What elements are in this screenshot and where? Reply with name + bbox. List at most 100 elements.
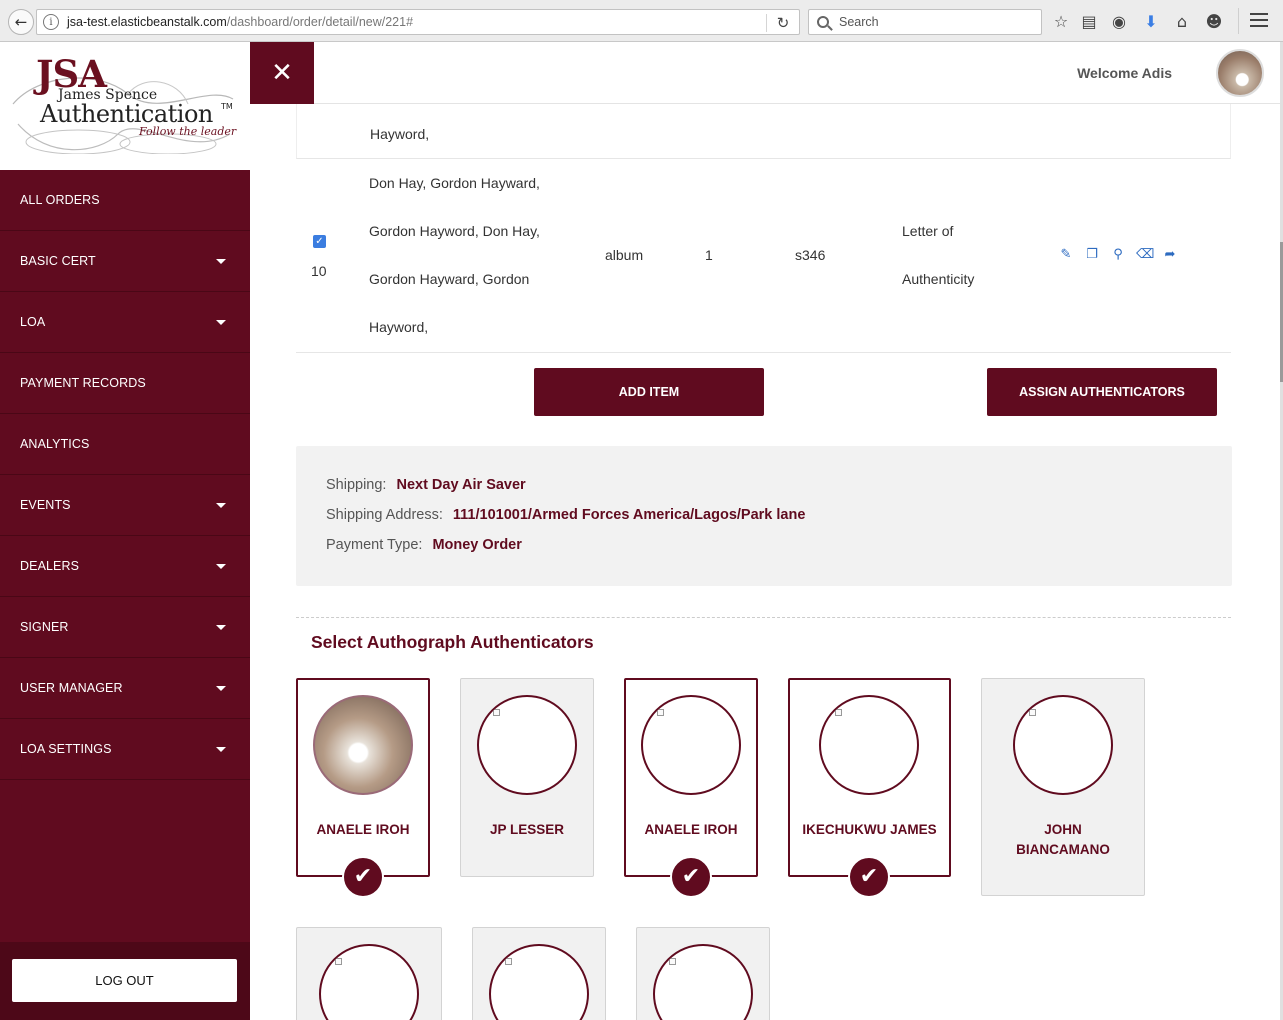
chat-icon[interactable]: ☻ bbox=[1203, 11, 1225, 33]
sidebar-item-label: SIGNER bbox=[20, 620, 69, 634]
home-icon[interactable]: ⌂ bbox=[1171, 11, 1193, 33]
sidebar-item-label: DEALERS bbox=[20, 559, 80, 573]
top-header: ✕ Welcome Adis bbox=[250, 42, 1280, 104]
broken-image-icon bbox=[1029, 709, 1036, 716]
authenticator-photo bbox=[641, 695, 741, 795]
cert-type-line1: Letter of bbox=[902, 223, 954, 239]
authenticator-card[interactable]: ANAELE IROH ✔ bbox=[296, 678, 430, 898]
sidebar-item-all-orders[interactable]: ALL ORDERS bbox=[0, 170, 250, 231]
zoom-icon[interactable]: ⚲ bbox=[1110, 247, 1126, 263]
logout-button[interactable]: LOG OUT bbox=[12, 959, 237, 1002]
sidebar-item-label: PAYMENT RECORDS bbox=[20, 376, 146, 390]
share-icon[interactable]: ➦ bbox=[1162, 247, 1178, 263]
address-label: Shipping Address: bbox=[326, 507, 443, 523]
address-row: Shipping Address: 111/101001/Armed Forces… bbox=[326, 507, 805, 523]
assign-authenticators-button[interactable]: ASSIGN AUTHENTICATORS bbox=[987, 368, 1217, 416]
logo-tagline: Follow the leader bbox=[139, 125, 237, 138]
sidebar-item-label: LOA SETTINGS bbox=[20, 742, 112, 756]
caret-down-icon bbox=[216, 563, 226, 569]
sidebar: JSA James Spence Authentication TM Follo… bbox=[0, 42, 250, 1020]
check-icon: ✔ bbox=[342, 856, 384, 898]
authenticator-name: IKECHUKWU JAMES bbox=[802, 822, 937, 837]
url-host: jsa-test.elasticbeanstalk.com bbox=[67, 15, 227, 29]
search-icon bbox=[817, 16, 829, 28]
menu-icon[interactable] bbox=[1250, 13, 1268, 29]
sidebar-item-label: ANALYTICS bbox=[20, 437, 90, 451]
add-item-button[interactable]: ADD ITEM bbox=[534, 368, 764, 416]
sidebar-item-label: ALL ORDERS bbox=[20, 193, 100, 207]
shipping-label: Shipping: bbox=[326, 477, 387, 493]
item-code: s346 bbox=[795, 247, 826, 263]
sidebar-item-label: LOA bbox=[20, 315, 46, 329]
shipping-row: Shipping: Next Day Air Saver bbox=[326, 477, 526, 493]
sidebar-item-events[interactable]: EVENTS bbox=[0, 475, 250, 536]
close-icon: ✕ bbox=[271, 58, 293, 88]
sidebar-menu: ALL ORDERS BASIC CERT LOA PAYMENT RECORD… bbox=[0, 170, 250, 780]
signer-line: Hayword, bbox=[369, 319, 429, 335]
close-sidebar-button[interactable]: ✕ bbox=[250, 42, 314, 104]
table-row: ✓ 10 Don Hay, Gordon Hayward, Gordon Hay… bbox=[296, 159, 1231, 353]
authenticator-name: JP LESSER bbox=[489, 822, 565, 837]
shipping-value: Next Day Air Saver bbox=[396, 477, 526, 493]
main-content: Hayword, ✓ 10 Don Hay, Gordon Hayward, G… bbox=[250, 104, 1280, 1020]
reload-icon[interactable]: ↻ bbox=[773, 13, 793, 33]
sidebar-item-analytics[interactable]: ANALYTICS bbox=[0, 414, 250, 475]
payment-value: Money Order bbox=[432, 537, 522, 553]
sidebar-item-signer[interactable]: SIGNER bbox=[0, 597, 250, 658]
sidebar-item-basic-cert[interactable]: BASIC CERT bbox=[0, 231, 250, 292]
row-number: 10 bbox=[311, 263, 327, 279]
sidebar-item-dealers[interactable]: DEALERS bbox=[0, 536, 250, 597]
pocket-icon[interactable]: ◉ bbox=[1108, 11, 1130, 33]
authenticator-photo bbox=[489, 944, 589, 1020]
copy-icon[interactable]: ❐ bbox=[1084, 247, 1100, 263]
authenticator-photo bbox=[319, 944, 419, 1020]
caret-down-icon bbox=[216, 258, 226, 264]
authenticator-card[interactable] bbox=[472, 927, 606, 1020]
authenticator-photo bbox=[1013, 695, 1113, 795]
sidebar-item-payment-records[interactable]: PAYMENT RECORDS bbox=[0, 353, 250, 414]
authenticator-card[interactable]: IKECHUKWU JAMES ✔ bbox=[788, 678, 951, 898]
authenticator-card[interactable]: JP LESSER bbox=[460, 678, 594, 877]
sidebar-item-label: EVENTS bbox=[20, 498, 71, 512]
authenticator-photo bbox=[819, 695, 919, 795]
avatar[interactable] bbox=[1216, 49, 1264, 97]
back-button[interactable]: ← bbox=[8, 9, 34, 35]
signer-line: Don Hay, Gordon Hayward, bbox=[369, 175, 540, 191]
broken-image-icon bbox=[657, 709, 664, 716]
broken-image-icon bbox=[493, 709, 500, 716]
trash-icon[interactable]: ⌫ bbox=[1136, 247, 1154, 263]
payment-row: Payment Type: Money Order bbox=[326, 537, 522, 553]
check-icon: ✔ bbox=[848, 856, 890, 898]
logo-authentication-text: Authentication bbox=[40, 100, 213, 128]
sidebar-item-loa[interactable]: LOA bbox=[0, 292, 250, 353]
address-bar[interactable]: i jsa-test.elasticbeanstalk.com/dashboar… bbox=[36, 9, 800, 35]
row-checkbox[interactable]: ✓ bbox=[313, 235, 326, 248]
section-divider bbox=[296, 617, 1231, 618]
jsa-logo[interactable]: JSA James Spence Authentication TM Follo… bbox=[0, 42, 250, 170]
browser-search-input[interactable]: Search bbox=[808, 9, 1042, 35]
shipping-panel: Shipping: Next Day Air Saver Shipping Add… bbox=[296, 446, 1232, 586]
edit-icon[interactable]: ✎ bbox=[1058, 247, 1074, 263]
sidebar-item-loa-settings[interactable]: LOA SETTINGS bbox=[0, 719, 250, 780]
site-info-icon[interactable]: i bbox=[43, 14, 59, 30]
signer-line: Gordon Hayward, Gordon bbox=[369, 271, 530, 287]
authenticator-card[interactable] bbox=[296, 927, 442, 1020]
bookmark-star-icon[interactable]: ☆ bbox=[1050, 11, 1072, 33]
caret-down-icon bbox=[216, 502, 226, 508]
address-value: 111/101001/Armed Forces America/Lagos/Pa… bbox=[452, 507, 806, 523]
reading-list-icon[interactable]: ▤ bbox=[1078, 11, 1100, 33]
authenticator-photo bbox=[477, 695, 577, 795]
download-icon[interactable]: ⬇ bbox=[1140, 11, 1162, 33]
broken-image-icon bbox=[669, 958, 676, 965]
items-table: Hayword, ✓ 10 Don Hay, Gordon Hayward, G… bbox=[296, 104, 1231, 353]
item-quantity: 1 bbox=[705, 247, 713, 263]
section-title: Select Authograph Authenticators bbox=[311, 632, 594, 652]
check-icon: ✔ bbox=[670, 856, 712, 898]
authenticator-card[interactable]: ANAELE IROH ✔ bbox=[624, 678, 758, 898]
sidebar-item-user-manager[interactable]: USER MANAGER bbox=[0, 658, 250, 719]
authenticator-card[interactable]: JOHN BIANCAMANO bbox=[981, 678, 1145, 896]
authenticator-photo bbox=[653, 944, 753, 1020]
authenticator-card[interactable] bbox=[636, 927, 770, 1020]
welcome-text: Welcome Adis bbox=[1077, 65, 1172, 81]
url-text: jsa-test.elasticbeanstalk.com/dashboard/… bbox=[67, 15, 413, 29]
